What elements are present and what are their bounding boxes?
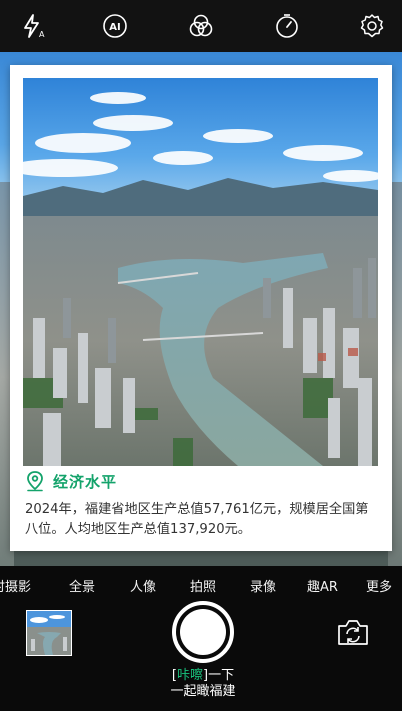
location-pin-icon <box>27 471 43 492</box>
shutter-button[interactable] <box>172 601 234 663</box>
flash-auto-icon[interactable]: A <box>18 11 48 41</box>
promo-line-2: 一起瞰福建 <box>170 684 236 699</box>
card-description: 2024年，福建省地区生产总值57,761亿元，规模居全国第八位。人均地区生产总… <box>25 502 369 537</box>
city-aerial-photo <box>23 78 378 466</box>
promo-line-1: [咔嚓]一下 <box>171 668 235 683</box>
mode-video[interactable]: 录像 <box>250 576 276 595</box>
ai-icon[interactable]: AI <box>100 11 130 41</box>
card-title: 经济水平 <box>53 472 118 491</box>
mode-panorama[interactable]: 全景 <box>69 576 95 595</box>
timer-icon[interactable] <box>272 11 302 41</box>
switch-camera-icon[interactable] <box>336 617 370 647</box>
mode-time-lapse[interactable]: 时摄影 <box>0 576 31 595</box>
photo-card: 经济水平 2024年，福建省地区生产总值57,761亿元，规模居全国第八位。人均… <box>10 65 392 551</box>
mode-portrait[interactable]: 人像 <box>130 576 156 595</box>
mode-photo[interactable]: 拍照 <box>190 576 216 595</box>
gallery-thumbnail[interactable] <box>26 610 72 656</box>
svg-text:AI: AI <box>109 22 120 33</box>
mode-fun-ar[interactable]: 趣AR <box>307 576 338 595</box>
shutter-inner <box>180 609 226 655</box>
mode-more[interactable]: 更多 <box>366 576 392 595</box>
card-caption-title: 经济水平 <box>25 468 117 494</box>
camera-toolbar: A AI <box>0 0 402 52</box>
svg-text:A: A <box>39 30 45 39</box>
settings-icon[interactable] <box>357 11 387 41</box>
filter-icon[interactable] <box>186 11 216 41</box>
promo-caption: [咔嚓]一下 一起瞰福建 <box>140 668 266 700</box>
camera-mode-strip: 时摄影 全景 人像 拍照 录像 趣AR 更多 <box>0 566 402 602</box>
promo-kacha: 咔嚓 <box>176 668 203 683</box>
